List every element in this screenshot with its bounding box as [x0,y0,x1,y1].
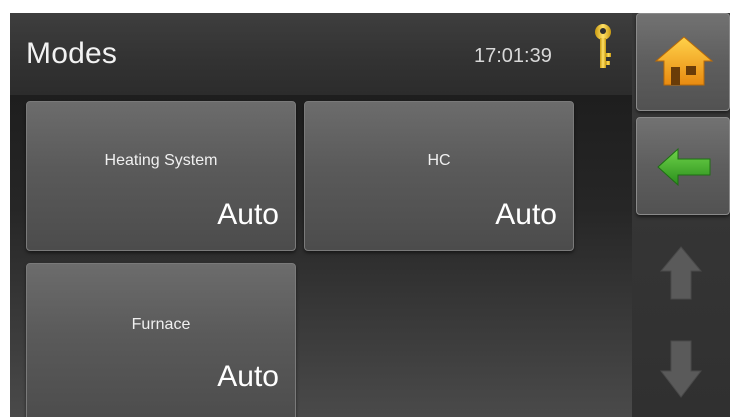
tile-value: Auto [495,198,557,231]
header-bar: Modes 17:01:39 [10,13,632,95]
tile-label: Heating System [104,152,218,169]
back-button[interactable] [636,117,730,215]
home-button[interactable] [636,13,730,111]
tile-value: Auto [217,360,279,393]
mode-tile-hc[interactable]: HC Auto [304,101,574,251]
key-icon [595,24,611,68]
home-icon [654,36,714,86]
scroll-up-arrow-icon[interactable] [659,245,703,301]
screen: Modes 17:01:39 Heating System Auto HC Au… [10,13,730,417]
back-arrow-icon [657,147,711,187]
nav-sidebar [632,13,730,417]
tile-value: Auto [217,198,279,231]
tile-label: HC [427,152,451,169]
scroll-down-arrow-icon[interactable] [659,339,703,399]
mode-tile-heating-system[interactable]: Heating System Auto [26,101,296,251]
clock-time: 17:01:39 [474,45,552,67]
tile-label: Furnace [131,316,191,333]
page-title: Modes [26,37,118,70]
mode-tile-furnace[interactable]: Furnace Auto [26,263,296,417]
